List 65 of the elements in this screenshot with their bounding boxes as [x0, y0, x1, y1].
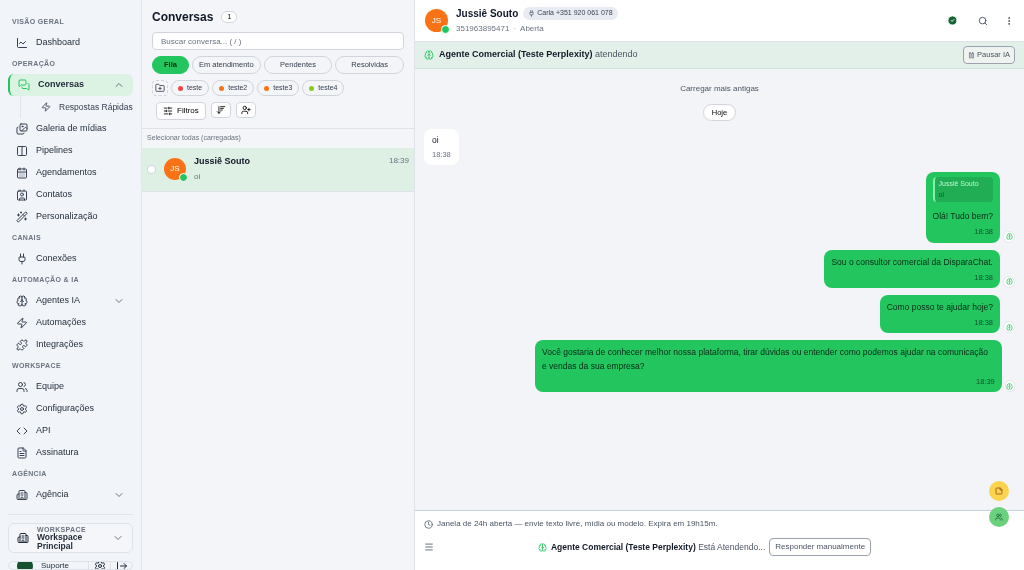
sidebar-item[interactable]: Agendamentos: [8, 162, 133, 184]
window-notice: Janela de 24h aberta — envie texto livre, mídia ou modelo. Expira em 19h15m.: [437, 518, 718, 530]
sidebar-item[interactable]: Personalização: [8, 206, 133, 228]
sidebar-item[interactable]: Agência: [8, 484, 133, 506]
panel-title: Conversas: [152, 9, 214, 26]
sidebar-item[interactable]: Equipe: [8, 376, 133, 398]
new-folder-button[interactable]: [152, 80, 168, 96]
sliders-icon: [163, 106, 173, 116]
row-checkbox[interactable]: [147, 164, 156, 174]
search-icon[interactable]: [978, 15, 988, 26]
workspace-name: Workspace Principal: [37, 533, 83, 550]
load-older-link[interactable]: Carregar mais antigas: [680, 83, 759, 95]
sort-icon: [215, 105, 226, 115]
contact-name: Jussiê Souto: [456, 7, 519, 21]
sidebar-item[interactable]: Agentes IA: [8, 290, 133, 312]
sort-button[interactable]: [210, 102, 231, 118]
user-name: Suporte: [41, 562, 70, 569]
ai-agent-status: Agente Comercial (Teste Perplexity) atendendo: [439, 48, 638, 62]
sidebar-item[interactable]: Conversas: [8, 74, 133, 96]
sidebar-item[interactable]: Galeria de mídias: [8, 118, 133, 140]
note-icon: [995, 487, 1003, 495]
clock-icon: [424, 519, 433, 529]
assign-user-button[interactable]: [235, 102, 256, 118]
sidebar-item[interactable]: Assinatura: [8, 442, 133, 464]
bolt-icon: [41, 102, 51, 112]
reply-manually-button[interactable]: Responder manualmente: [769, 538, 872, 556]
sidebar-item[interactable]: API: [8, 420, 133, 442]
message-text: Como posso te ajudar hoje?: [886, 300, 993, 314]
sidebar-subitem[interactable]: Respostas Rápidas: [20, 96, 133, 118]
sidebar-item[interactable]: Integrações: [8, 334, 133, 356]
filters-button[interactable]: Filtros: [156, 102, 206, 120]
resolve-icon[interactable]: [947, 15, 958, 26]
contact-avatar: JS: [164, 158, 186, 180]
sidebar-item[interactable]: Automações: [8, 312, 133, 334]
conversation-status: Aberta: [520, 23, 544, 35]
brain-icon: [424, 50, 434, 60]
message-text: Olá! Tudo bem?: [932, 210, 993, 224]
team-fab[interactable]: [989, 507, 1009, 527]
conversation-item[interactable]: JS Jussiê Souto 18:39 oi: [142, 147, 414, 192]
message-time: 18:39: [388, 155, 409, 168]
message-preview: oi: [194, 170, 202, 183]
separator-dot: ·: [513, 23, 517, 35]
message-text: Sou o consultor comercial da DisparaChat.: [831, 255, 993, 269]
ai-attending-status: Agente Comercial (Teste Perplexity) Está Atendendo...: [550, 540, 766, 554]
search-field[interactable]: Buscar conversa... ( / ): [152, 32, 404, 50]
whatsapp-badge-icon: [441, 25, 450, 34]
message-text: oi: [432, 134, 440, 147]
sidebar-item[interactable]: Configurações: [8, 398, 133, 420]
pause-icon: [968, 51, 976, 59]
sidebar-item[interactable]: Dashboard: [8, 32, 133, 54]
user-plus-icon: [240, 105, 251, 115]
building-icon: [17, 532, 29, 544]
folder-plus-icon: [155, 83, 165, 93]
contact-name: Jussiê Souto: [194, 155, 250, 169]
whatsapp-badge-icon: [179, 173, 188, 182]
notes-fab[interactable]: [989, 481, 1009, 501]
contact-phone: 351963895471: [456, 23, 510, 35]
contact-avatar: JS: [425, 9, 448, 32]
message-text: Você gostaria de conhecer melhor nossa plataforma, tirar dúvidas ou entender como podemos ajudar na comunicação e vendas da sua empresa?: [542, 346, 990, 373]
plug-icon: [528, 10, 536, 17]
sidebar-item[interactable]: Pipelines: [8, 140, 133, 162]
sidebar-item[interactable]: Contatos: [8, 184, 133, 206]
sidebar-item[interactable]: Conexões: [8, 248, 133, 270]
users-icon: [995, 513, 1003, 521]
brain-icon: [537, 542, 547, 552]
